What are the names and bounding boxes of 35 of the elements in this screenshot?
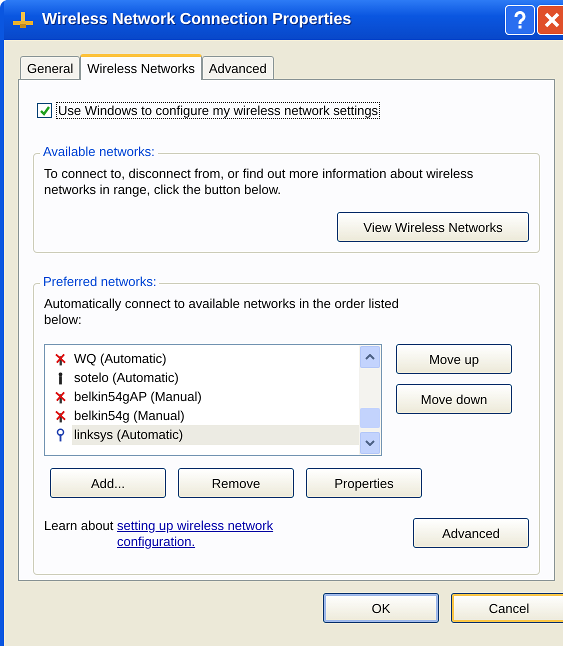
list-action-button[interactable]: Properties	[306, 468, 422, 498]
move-button[interactable]: Move up	[396, 344, 512, 374]
dialog-button[interactable]: Cancel	[451, 593, 563, 623]
window-title: Wireless Network Connection Properties	[42, 11, 352, 29]
group-legend: Preferred networks:	[40, 274, 160, 289]
description-text: Automatically connect to available networks in the order listed below:	[44, 296, 400, 328]
description-text: To connect to, disconnect from, or find out more information about wireless networks in range, click the button below.	[44, 166, 474, 198]
tab[interactable]: General	[20, 56, 80, 79]
tab[interactable]: Wireless Networks	[80, 54, 202, 80]
antenna-x-icon	[55, 352, 66, 366]
checkbox[interactable]	[37, 103, 52, 118]
move-button[interactable]: Move down	[396, 384, 512, 414]
view-networks-button[interactable]: View Wireless Networks	[337, 212, 529, 242]
group-legend: Available networks:	[40, 144, 158, 159]
help-button[interactable]	[505, 5, 535, 35]
network-plug-icon	[12, 11, 34, 29]
list-action-button[interactable]: Remove	[178, 468, 294, 498]
network-item[interactable]: belkin54gAP (Manual)	[45, 387, 359, 406]
tab[interactable]: Advanced	[202, 56, 274, 79]
close-icon	[542, 10, 562, 30]
help-link[interactable]: setting up wireless network configuration.	[117, 518, 312, 550]
scrollbar[interactable]	[359, 345, 381, 455]
close-button[interactable]	[537, 5, 563, 35]
advanced-button[interactable]: Advanced	[413, 518, 529, 548]
checkbox-label[interactable]: Use Windows to configure my wireless network settings	[56, 102, 380, 119]
antenna-x-icon	[55, 390, 66, 404]
network-item[interactable]: WQ (Automatic)	[45, 349, 359, 368]
dialog-button[interactable]: OK	[323, 593, 439, 623]
network-item[interactable]: belkin54g (Manual)	[45, 406, 359, 425]
scrollbar-thumb[interactable]	[360, 408, 380, 428]
network-item[interactable]: sotelo (Automatic)	[45, 368, 359, 387]
learn-text: Learn about setting up wireless network configuration.	[44, 518, 344, 550]
antenna-signal-icon	[55, 428, 66, 442]
antenna-x-icon	[55, 408, 66, 422]
list-action-button[interactable]: Add...	[50, 468, 166, 498]
